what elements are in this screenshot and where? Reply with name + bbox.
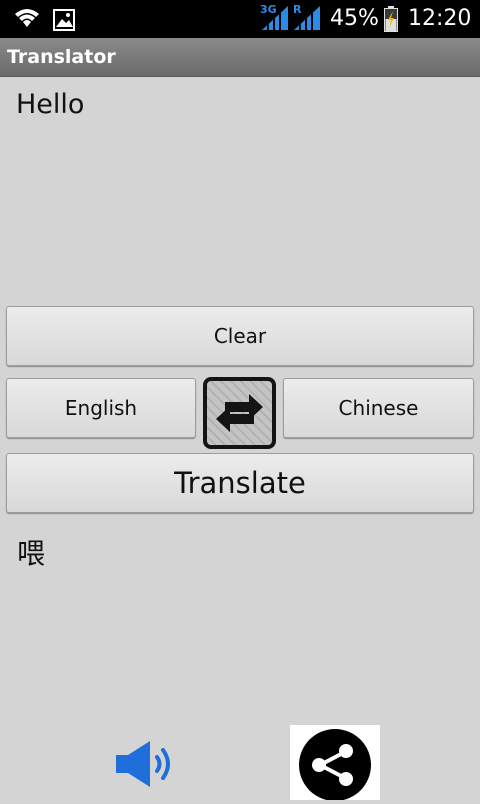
swap-arrows-icon [216,394,263,432]
app-title: Translator [7,46,116,68]
translated-text-output: 喂 [17,537,46,570]
share-button[interactable] [290,725,380,801]
source-language-label: English [64,396,138,420]
swap-languages-button[interactable] [203,377,276,449]
target-language-label: Chinese [338,396,419,420]
source-language-button[interactable]: English [6,378,196,438]
speaker-icon [116,741,170,787]
signal-3g-icon [262,6,288,30]
wifi-icon [15,9,39,27]
clear-button-label: Clear [213,324,267,348]
clock: 12:20 [408,6,472,31]
source-text-input[interactable]: Hello [16,88,466,278]
translate-button-label: Translate [174,466,306,500]
signal-r-icon [294,6,320,30]
share-icon [299,729,371,801]
speak-button[interactable] [108,735,184,795]
status-bar: 3G R 45% 12:20 [0,0,480,38]
translate-button[interactable]: Translate [6,453,474,513]
battery-charging-icon [384,6,398,32]
image-icon [53,9,75,31]
title-bar: Translator [0,38,480,77]
clear-button[interactable]: Clear [6,306,474,366]
target-language-button[interactable]: Chinese [283,378,474,438]
battery-percentage: 45% [330,6,379,31]
